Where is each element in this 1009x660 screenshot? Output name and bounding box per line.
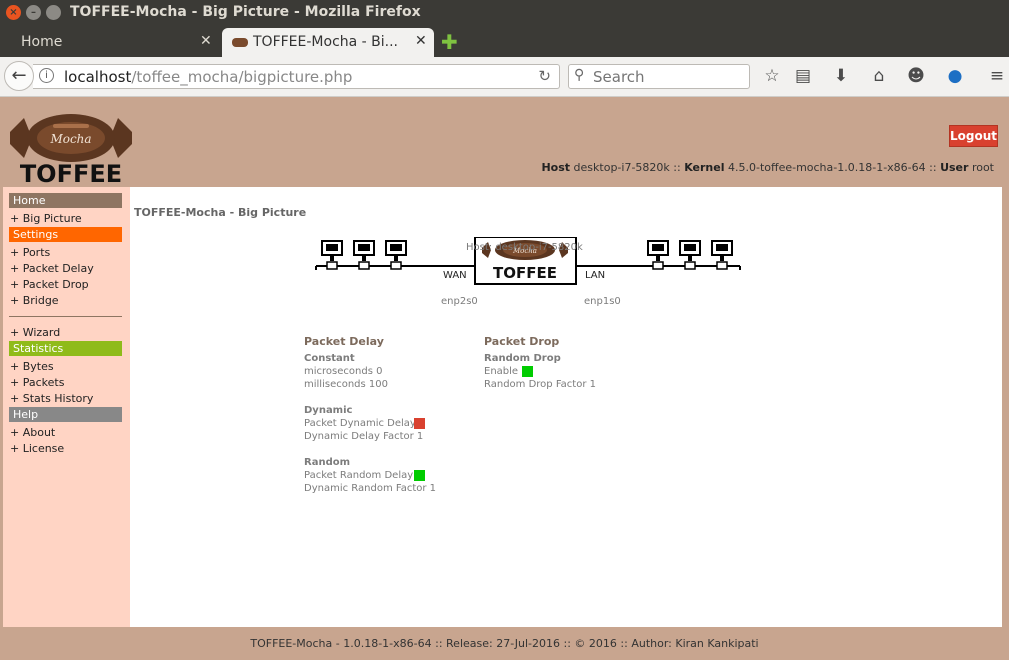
dynamic-delay-label: Packet Dynamic Delay	[304, 418, 416, 429]
menu-icon[interactable]: ≡	[986, 66, 1008, 86]
milliseconds-value: milliseconds 100	[304, 379, 388, 390]
packet-delay-heading: Packet Delay	[304, 335, 384, 348]
sidebar-item-big-picture[interactable]: + Big Picture	[10, 212, 82, 225]
logout-button[interactable]: Logout	[949, 125, 998, 147]
random-drop-status-on	[522, 366, 533, 377]
sidebar-item-ports[interactable]: + Ports	[10, 246, 50, 259]
extension-icon[interactable]: ●	[944, 66, 966, 86]
window-minimize-button[interactable]: –	[26, 5, 41, 20]
random-delay-label: Packet Random Delay	[304, 470, 414, 481]
diagram-host-label: Host: desktop-i7-5820k	[466, 242, 583, 253]
random-drop-factor: Random Drop Factor 1	[484, 379, 596, 390]
constant-heading: Constant	[304, 353, 355, 364]
window-titlebar: × – TOFFEE-Mocha - Big Picture - Mozilla…	[0, 0, 1009, 26]
computer-icon	[647, 240, 669, 270]
dynamic-heading: Dynamic	[304, 405, 353, 416]
sidebar-section-help[interactable]: Help	[9, 407, 122, 422]
sidebar-item-stats-history[interactable]: + Stats History	[10, 392, 93, 405]
reload-icon[interactable]: ↻	[538, 67, 551, 85]
window-maximize-button[interactable]	[46, 5, 61, 20]
random-heading: Random	[304, 457, 351, 468]
sidebar-item-packet-delay[interactable]: + Packet Delay	[10, 262, 94, 275]
hello-icon[interactable]: ☻	[905, 66, 927, 86]
sidebar-item-about[interactable]: + About	[10, 426, 55, 439]
dynamic-delay-factor: Dynamic Delay Factor 1	[304, 431, 424, 442]
sidebar-section-settings[interactable]: Settings	[9, 227, 122, 242]
sidebar-item-license[interactable]: + License	[10, 442, 64, 455]
window-close-button[interactable]: ×	[6, 5, 21, 20]
lan-label: LAN	[585, 270, 606, 281]
sidebar-section-statistics[interactable]: Statistics	[9, 341, 122, 356]
computer-icon	[385, 240, 407, 270]
svg-text:Mocha: Mocha	[49, 132, 91, 146]
tab-close-icon[interactable]: ✕	[200, 33, 212, 49]
back-button[interactable]: ←	[4, 61, 34, 91]
bookmark-star-icon[interactable]: ☆	[761, 66, 783, 86]
site-footer: TOFFEE-Mocha - 1.0.18-1-x86-64 :: Releas…	[0, 627, 1009, 657]
random-drop-heading: Random Drop	[484, 353, 561, 364]
sidebar-item-packet-drop[interactable]: + Packet Drop	[10, 278, 89, 291]
web-page: Mocha TOFFEE Logout Host desktop-i7-5820…	[3, 109, 1002, 627]
favicon-icon	[232, 38, 248, 47]
svg-text:TOFFEE: TOFFEE	[20, 160, 122, 184]
tab-strip: Home ✕ TOFFEE-Mocha - Bi... ✕ ✚	[0, 26, 1009, 57]
wan-interface: enp2s0	[441, 296, 478, 307]
microseconds-value: microseconds 0	[304, 366, 383, 377]
window-title: TOFFEE-Mocha - Big Picture - Mozilla Fir…	[70, 4, 421, 20]
download-icon[interactable]: ⬇	[830, 66, 852, 86]
sidebar-item-bytes[interactable]: + Bytes	[10, 360, 54, 373]
random-delay-factor: Dynamic Random Factor 1	[304, 483, 437, 494]
search-icon: ⚲	[574, 67, 585, 83]
host-info: Host desktop-i7-5820k :: Kernel 4.5.0-to…	[541, 161, 994, 174]
random-drop-enable-label: Enable	[484, 366, 519, 377]
main-content: TOFFEE-Mocha - Big Picture Mocha TOFFEE …	[130, 187, 1002, 627]
new-tab-icon[interactable]: ✚	[441, 30, 458, 54]
sidebar-divider	[9, 316, 122, 317]
packet-drop-heading: Packet Drop	[484, 335, 560, 348]
reading-list-icon[interactable]: ▤	[792, 66, 814, 86]
url-text[interactable]: localhost/toffee_mocha/bigpicture.php	[64, 68, 352, 86]
sidebar-item-bridge[interactable]: + Bridge	[10, 294, 59, 307]
tab-close-icon[interactable]: ✕	[415, 33, 427, 49]
sidebar-item-packets[interactable]: + Packets	[10, 376, 64, 389]
sidebar-section-home[interactable]: Home	[9, 193, 122, 208]
tab-active[interactable]: TOFFEE-Mocha - Bi... ✕	[222, 28, 434, 57]
tab-label: Home	[21, 34, 63, 50]
page-title: TOFFEE-Mocha - Big Picture	[134, 206, 307, 219]
info-icon[interactable]: i	[39, 68, 54, 83]
sidebar-item-wizard[interactable]: + Wizard	[10, 326, 60, 339]
tab-label: TOFFEE-Mocha - Bi...	[253, 34, 399, 50]
toffee-logo: Mocha TOFFEE	[10, 114, 132, 184]
search-input[interactable]	[593, 67, 743, 86]
tab-home[interactable]: Home ✕	[0, 28, 222, 57]
wan-label: WAN	[443, 270, 467, 281]
svg-text:TOFFEE: TOFFEE	[493, 264, 557, 282]
random-delay-status-on	[414, 470, 425, 481]
home-icon[interactable]: ⌂	[868, 66, 890, 86]
computer-icon	[321, 240, 343, 270]
nav-toolbar: i localhost/toffee_mocha/bigpicture.php …	[0, 57, 1009, 97]
url-bar[interactable]: i localhost/toffee_mocha/bigpicture.php …	[33, 64, 560, 89]
site-header: Mocha TOFFEE Logout Host desktop-i7-5820…	[3, 109, 1002, 187]
dynamic-delay-status-off	[414, 418, 425, 429]
computer-icon	[353, 240, 375, 270]
search-box[interactable]: ⚲	[568, 64, 750, 89]
computer-icon	[679, 240, 701, 270]
sidebar: Home + Big Picture Settings + Ports + Pa…	[3, 187, 130, 627]
computer-icon	[711, 240, 733, 270]
lan-interface: enp1s0	[584, 296, 621, 307]
